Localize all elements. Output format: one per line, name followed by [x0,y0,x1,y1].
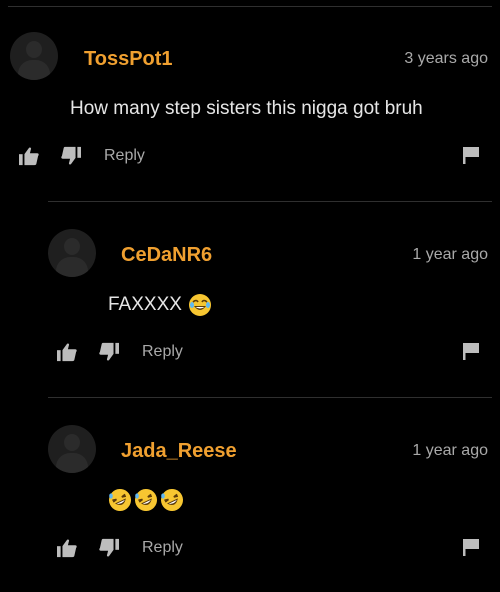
reply-divider [48,201,492,202]
username[interactable]: TossPot1 [84,48,173,71]
rolling-on-the-floor-laughing-icon [135,489,157,511]
face-with-tears-of-joy-icon [188,294,211,316]
comment-text-label: FAXXXX [108,294,182,315]
thumbs-up-icon[interactable] [56,342,78,362]
reply-button[interactable]: Reply [142,343,183,361]
username[interactable]: Jada_Reese [121,440,237,463]
timestamp: 1 year ago [412,246,488,263]
default-avatar-icon[interactable] [48,425,96,473]
default-avatar-icon[interactable] [10,32,58,80]
default-avatar-icon[interactable] [48,229,96,277]
username[interactable]: CeDaNR6 [121,244,212,267]
thumbs-down-icon[interactable] [98,342,120,362]
reply-button[interactable]: Reply [142,539,183,557]
rolling-on-the-floor-laughing-icon [161,489,183,511]
thumbs-up-icon[interactable] [56,538,78,558]
thumbs-up-icon[interactable] [18,146,40,166]
timestamp: 1 year ago [412,442,488,459]
reply-button[interactable]: Reply [104,147,145,165]
rolling-on-the-floor-laughing-icon [109,489,131,511]
comment-text: How many step sisters this nigga got bru… [70,98,423,119]
timestamp: 3 years ago [404,50,488,67]
thumbs-down-icon[interactable] [60,146,82,166]
comment-emojis [108,488,184,512]
thumbs-down-icon[interactable] [98,538,120,558]
flag-icon[interactable] [462,538,480,556]
top-divider [8,6,492,7]
flag-icon[interactable] [462,342,480,360]
flag-icon[interactable] [462,146,480,164]
comment-text: FAXXXX [108,293,212,317]
reply-divider [48,397,492,398]
